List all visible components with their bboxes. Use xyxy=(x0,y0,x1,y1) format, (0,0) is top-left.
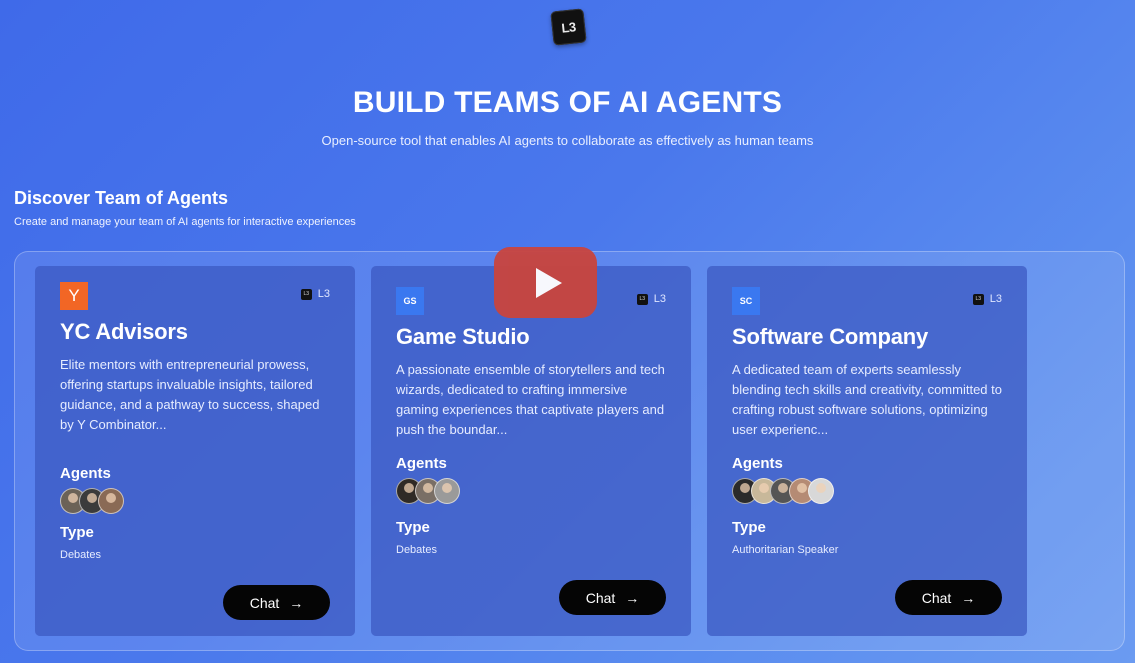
agent-avatars xyxy=(396,478,460,504)
team-card-game-studio[interactable]: GS L3 L3 Game Studio A passionate ensembl… xyxy=(371,266,691,636)
type-label: Type xyxy=(732,519,766,536)
hero-title: BUILD TEAMS OF AI AGENTS xyxy=(352,86,783,119)
l3-mini-icon: L3 xyxy=(300,288,312,300)
chat-button[interactable]: Chat → xyxy=(895,580,1002,615)
type-label: Type xyxy=(60,524,94,541)
hero-subtitle: Open-source tool that enables AI agents … xyxy=(321,133,814,148)
agent-avatar[interactable] xyxy=(808,478,834,504)
arrow-right-icon: → xyxy=(625,589,640,606)
l3-logo[interactable]: L3 xyxy=(550,8,587,46)
team-title: YC Advisors xyxy=(60,319,188,344)
arrow-right-icon: → xyxy=(289,594,304,611)
team-badge: GS xyxy=(396,287,424,315)
brand-tag: L3 L3 xyxy=(972,293,1002,305)
agents-label: Agents xyxy=(732,455,783,472)
team-type: Debates xyxy=(60,549,101,561)
type-label: Type xyxy=(396,519,430,536)
team-description: A dedicated team of experts seamlessly b… xyxy=(732,362,1002,437)
team-badge: SC xyxy=(732,287,760,315)
play-icon xyxy=(535,267,562,298)
team-badge: Y xyxy=(60,282,88,310)
agents-label: Agents xyxy=(396,455,447,472)
logo-text: L3 xyxy=(560,18,577,36)
arrow-right-icon: → xyxy=(961,589,976,606)
agent-avatars xyxy=(60,488,124,514)
team-title: Game Studio xyxy=(396,324,530,349)
l3-mini-icon: L3 xyxy=(972,293,984,305)
section-title: Discover Team of Agents xyxy=(14,188,229,208)
team-card-software-company[interactable]: SC L3 L3 Software Company A dedicated tea… xyxy=(707,266,1027,636)
team-description: Elite mentors with entrepreneurial prowe… xyxy=(60,357,320,432)
team-card-yc-advisors[interactable]: Y L3 L3 YC Advisors Elite mentors with en… xyxy=(35,266,355,636)
team-type: Debates xyxy=(396,544,437,556)
brand-tag: L3 L3 xyxy=(300,288,330,300)
video-play-button[interactable] xyxy=(494,247,597,318)
agent-avatar[interactable] xyxy=(434,478,460,504)
chat-button[interactable]: Chat → xyxy=(559,580,666,615)
l3-mini-icon: L3 xyxy=(636,293,648,305)
agents-label: Agents xyxy=(60,465,111,482)
chat-button[interactable]: Chat → xyxy=(223,585,330,620)
brand-tag: L3 L3 xyxy=(636,293,666,305)
agent-avatar[interactable] xyxy=(98,488,124,514)
team-type: Authoritarian Speaker xyxy=(732,544,839,556)
team-title: Software Company xyxy=(732,324,929,349)
team-description: A passionate ensemble of storytellers an… xyxy=(396,362,665,437)
agent-avatars xyxy=(732,478,834,504)
section-subtitle: Create and manage your team of AI agents… xyxy=(14,216,356,228)
